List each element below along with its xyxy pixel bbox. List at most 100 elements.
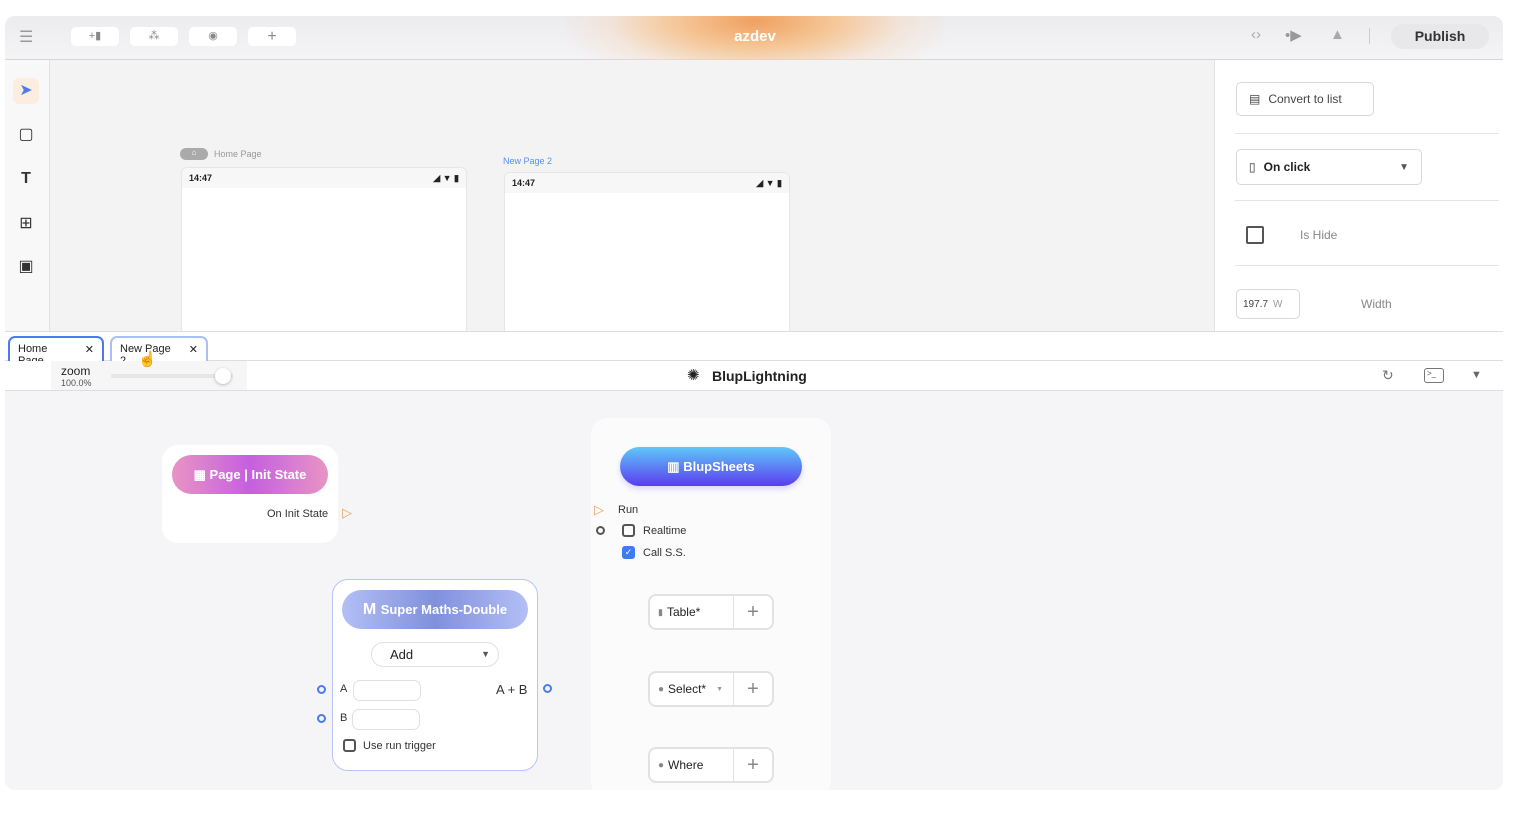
plus-icon[interactable]: + <box>248 27 296 46</box>
input-b-field[interactable] <box>352 709 420 730</box>
page-icon: ▦ <box>193 467 210 482</box>
zoom-slider-handle[interactable] <box>215 368 231 384</box>
convert-to-list-button[interactable]: ▤ Convert to list <box>1236 82 1374 116</box>
design-canvas[interactable]: ⌂ Home Page 14:47 ◢ ▼ ▮ New Page 2 14:47 ◢… <box>50 60 1214 337</box>
refresh-icon[interactable]: ↻ <box>1382 367 1394 384</box>
init-node-header[interactable]: ▦ Page | Init State <box>172 455 328 494</box>
menu-icon[interactable]: ☰ <box>19 27 33 47</box>
list-icon: ▤ <box>1249 92 1261 106</box>
status-time: 14:47 <box>512 178 536 188</box>
divider <box>1235 133 1499 134</box>
status-icons: ◢ ▼ ▮ <box>433 173 459 183</box>
width-input[interactable]: 197.7 W <box>1236 289 1300 319</box>
tab-label: Home Page <box>18 343 48 367</box>
select-value: Add <box>390 647 414 662</box>
add-table-button[interactable]: + <box>734 596 772 628</box>
app-window: ☰ +▮ ⁂ ◉ + azdev ‹› •▶ ▲ Publish ➤ ▢ T ⊞… <box>5 16 1503 790</box>
save-icon[interactable]: ▣ <box>13 254 39 280</box>
hand-cursor-icon: ☝ <box>138 351 157 368</box>
input-a-label: A <box>340 683 348 695</box>
input-port-b[interactable] <box>317 714 326 723</box>
layout-icon[interactable]: ⊞ <box>13 211 39 237</box>
field-label: Table* <box>666 605 701 619</box>
logic-canvas[interactable]: ▦ Page | Init State On Init State ▷ M Su… <box>5 391 1503 790</box>
output-port[interactable] <box>543 684 552 693</box>
home-icon: ⌂ <box>180 148 208 160</box>
exec-port-icon[interactable]: ▷ <box>342 505 352 521</box>
check-circle-icon: ● <box>658 683 665 695</box>
phone-frame[interactable]: 14:47 ◢ ▼ ▮ <box>181 167 467 337</box>
is-hide-label: Is Hide <box>1300 228 1338 242</box>
properties-panel: ▤ Convert to list ▯ On click ▼ Is Hide 197.… <box>1214 60 1503 331</box>
pointer-icon[interactable]: ➤ <box>13 78 39 104</box>
add-select-button[interactable]: + <box>734 673 772 705</box>
width-label: Width <box>1361 297 1392 311</box>
status-icons: ◢ ▼ ▮ <box>756 178 782 188</box>
left-toolbar: ➤ ▢ T ⊞ ▣ <box>5 60 50 331</box>
call-ss-checkbox[interactable]: ✓ <box>622 546 635 559</box>
logic-toolbar: zoom 100.0% ✺ BlupLightning ↻ >_ ▼ <box>5 361 1503 391</box>
add-component-icon[interactable]: +▮ <box>71 27 119 46</box>
realtime-port[interactable] <box>596 526 605 535</box>
table-icon: ▮ <box>658 606 663 617</box>
run-trigger-checkbox[interactable] <box>343 739 356 752</box>
rectangle-icon[interactable]: ▢ <box>13 122 39 148</box>
chevron-down-icon: ▼ <box>481 649 490 659</box>
add-where-button[interactable]: + <box>734 749 772 781</box>
field-label: Where <box>668 758 704 772</box>
divider <box>1369 28 1370 44</box>
run-trigger-label: Use run trigger <box>363 740 436 752</box>
sheets-icon: ▥ <box>667 459 684 474</box>
select-field[interactable]: ● Select* ▼ + <box>648 671 774 707</box>
output-label: On Init State <box>267 508 329 520</box>
chevron-down-icon[interactable]: ▼ <box>1471 369 1482 381</box>
node-title: Super Maths-Double <box>380 602 508 617</box>
where-field[interactable]: ● Where + <box>648 747 774 783</box>
logic-title: BlupLightning <box>712 368 807 384</box>
input-port-a[interactable] <box>317 685 326 694</box>
tree-icon[interactable]: ⁂ <box>130 27 178 46</box>
tab-home-page[interactable]: Home Page ✕ <box>8 336 104 367</box>
tab-new-page-2[interactable]: New Page 2✕ <box>110 336 208 367</box>
select-value: On click <box>1263 160 1311 174</box>
close-icon[interactable]: ✕ <box>85 343 94 357</box>
width-value: 197.7 <box>1243 298 1269 310</box>
input-b-label: B <box>340 712 348 724</box>
run-label: Run <box>618 504 639 516</box>
maths-node-header[interactable]: M Super Maths-Double <box>342 590 528 629</box>
code-icon[interactable]: ‹› <box>1251 26 1261 43</box>
chevron-down-icon: ▼ <box>716 685 724 693</box>
node-title: BlupSheets <box>683 459 755 474</box>
sheets-node-header[interactable]: ▥ BlupSheets <box>620 447 802 486</box>
realtime-checkbox[interactable] <box>622 524 635 537</box>
zoom-label: zoom <box>61 364 91 378</box>
output-label: A + B <box>496 682 528 697</box>
table-field[interactable]: ▮ Table* + <box>648 594 774 630</box>
preview-icon[interactable]: ◉ <box>189 27 237 46</box>
node-title: Page | Init State <box>209 467 307 482</box>
text-icon[interactable]: T <box>13 166 39 192</box>
zoom-value: 100.0% <box>61 378 92 388</box>
call-ss-label: Call S.S. <box>643 547 686 559</box>
phone-frame[interactable]: 14:47 ◢ ▼ ▮ <box>504 172 790 337</box>
run-icon[interactable]: •▶ <box>1285 26 1302 44</box>
operation-select[interactable]: Add ▼ <box>371 642 499 667</box>
field-label: Select* <box>668 682 707 696</box>
divider <box>1235 265 1499 266</box>
input-a-field[interactable] <box>353 680 421 701</box>
realtime-label: Realtime <box>643 525 687 537</box>
help-circle-icon: ● <box>658 759 665 771</box>
warning-icon[interactable]: ▲ <box>1330 26 1345 43</box>
terminal-icon[interactable]: >_ <box>1424 368 1444 383</box>
top-bar: ☰ +▮ ⁂ ◉ + azdev ‹› •▶ ▲ Publish <box>5 16 1503 86</box>
tap-icon: ▯ <box>1249 160 1256 174</box>
status-time: 14:47 <box>189 173 213 183</box>
exec-port-icon[interactable]: ▷ <box>594 502 604 518</box>
brand-logo: azdev <box>734 28 776 45</box>
close-icon[interactable]: ✕ <box>189 343 198 357</box>
is-hide-checkbox[interactable] <box>1246 226 1264 244</box>
event-select[interactable]: ▯ On click ▼ <box>1236 149 1422 185</box>
publish-button[interactable]: Publish <box>1391 24 1489 49</box>
button-label: Convert to list <box>1268 92 1342 106</box>
divider <box>1235 200 1499 201</box>
